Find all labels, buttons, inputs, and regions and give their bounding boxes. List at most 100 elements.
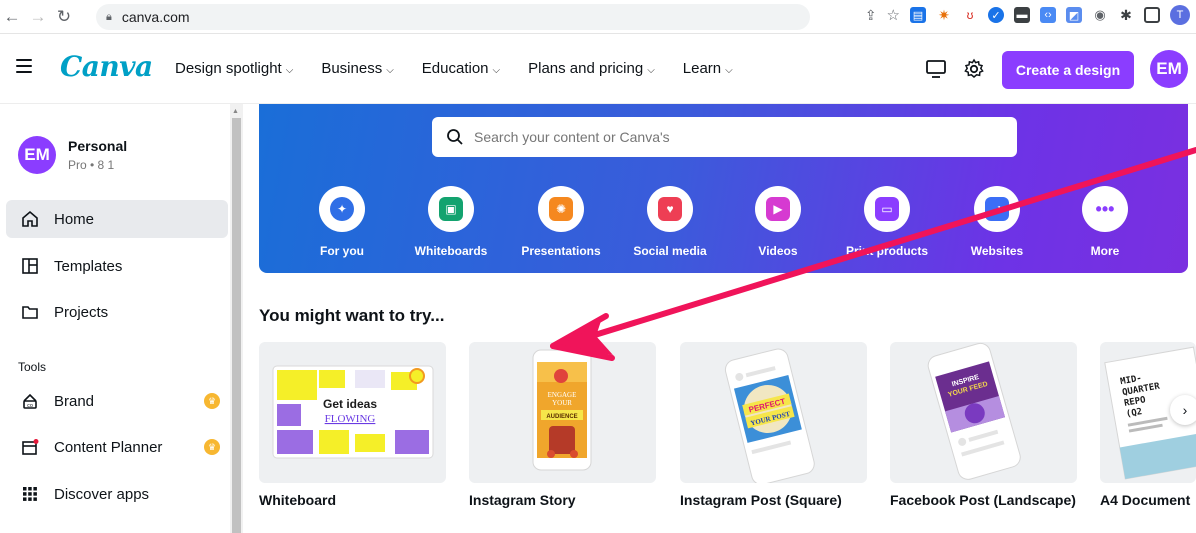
card-whiteboard[interactable]: Get ideas FLOWING [259,342,446,483]
user-avatar[interactable]: EM [1150,50,1188,88]
instagram-post-thumbnail: PERFECT YOUR POST [724,348,815,483]
sidebar-item-projects[interactable]: Projects [6,293,228,331]
camera-icon[interactable]: ◉ [1092,7,1108,23]
svg-text:FLOWING: FLOWING [325,413,376,425]
extension-icon[interactable]: ʊ [962,7,978,23]
create-design-button[interactable]: Create a design [1002,51,1134,89]
scrollbar-thumb[interactable] [232,118,241,533]
scroll-up-arrow-icon[interactable]: ▲ [232,108,239,115]
nav-plans-pricing[interactable]: Plans and pricing ⌵ [528,60,655,77]
chevron-down-icon: ⌵ [386,65,394,76]
crown-icon: ♛ [204,393,220,409]
account-avatar: EM [18,136,56,174]
category-print-products[interactable]: ▭ Print products [832,186,942,258]
settings-gear-icon[interactable] [963,58,985,80]
card-label-instagram-post[interactable]: Instagram Post (Square) [680,492,842,508]
share-icon[interactable]: ⇪ [865,7,877,24]
printer-icon: ▭ [875,197,899,221]
card-label-instagram-story[interactable]: Instagram Story [469,492,576,508]
bookmark-star-icon[interactable]: ☆ [887,6,900,24]
instagram-story-thumbnail: ENGAGE YOUR AUDIENCE [532,349,592,471]
extension-icon[interactable]: ▬ [1014,7,1030,23]
more-dots-icon: ••• [1095,198,1115,219]
apps-grid-icon [20,484,40,504]
card-label-a4-document[interactable]: A4 Document [1100,492,1190,508]
facebook-post-thumbnail: INSPIRE YOUR FEED [927,342,1021,480]
extension-icon[interactable]: ✓ [988,7,1004,23]
category-videos[interactable]: ▶ Videos [723,186,833,258]
svg-text:co: co [27,403,33,409]
search-icon [447,129,463,145]
home-icon [20,209,40,229]
app-header: Canva Design spotlight ⌵ Business ⌵ Educat… [0,34,1196,104]
presentation-icon: ✺ [549,197,573,221]
card-facebook-post[interactable]: INSPIRE YOUR FEED [890,342,1077,483]
whiteboard-thumbnail: Get ideas FLOWING [272,365,434,459]
menu-icon[interactable] [16,59,32,77]
section-title: You might want to try... [259,306,445,325]
category-presentations[interactable]: ✺ Presentations [506,186,616,258]
category-social-media[interactable]: ♥ Social media [615,186,725,258]
lock-icon: 🔒︎ [106,10,112,23]
canva-logo[interactable]: Canva [60,50,153,83]
video-camera-icon: ▶ [766,197,790,221]
forward-arrow-icon[interactable]: → [26,7,50,27]
search-placeholder: Search your content or Canva's [474,129,670,145]
extension-icon[interactable]: ▤ [910,7,926,23]
category-for-you[interactable]: ✦ For you [287,186,397,258]
puzzle-icon[interactable]: ✱ [1118,7,1134,23]
chevron-right-icon: › [1182,402,1188,418]
sidebar-item-content-planner[interactable]: Content Planner ♛ [6,428,228,466]
extensions-bar: ⇪ ☆ ▤ ✷ ʊ ✓ ▬ ‹› ◩ ◉ ✱ T [865,5,1190,25]
address-bar[interactable]: 🔒︎ canva.com [96,4,810,30]
whiteboard-icon: ▣ [439,197,463,221]
search-input[interactable]: Search your content or Canva's [432,117,1017,157]
nav-learn[interactable]: Learn ⌵ [683,60,733,77]
account-name: Personal [68,138,128,154]
category-websites[interactable]: ➹ Websites [942,186,1052,258]
account-plan: Pro • 8 1 [68,158,115,172]
account-switcher[interactable]: EM Personal Pro • 8 1 [18,136,127,174]
brand-icon: co [20,391,40,411]
nav-education[interactable]: Education ⌵ [422,60,500,77]
tools-section-label: Tools [18,360,47,374]
card-label-facebook-post[interactable]: Facebook Post (Landscape) [890,492,1076,508]
browser-toolbar: ← → ↻ 🔒︎ canva.com ⇪ ☆ ▤ ✷ ʊ ✓ ▬ ‹› ◩ ◉ … [0,0,1196,34]
heart-icon: ♥ [658,197,682,221]
cursor-icon: ➹ [985,197,1009,221]
reload-icon[interactable]: ↻ [52,7,76,27]
category-more[interactable]: ••• More [1050,186,1160,258]
sidebar: EM Personal Pro • 8 1 Home Templates Pro… [0,104,230,533]
card-instagram-post[interactable]: PERFECT YOUR POST [680,342,867,483]
nav-business[interactable]: Business ⌵ [321,60,393,77]
url-text: canva.com [121,9,190,25]
side-panel-icon[interactable] [1144,7,1160,23]
category-whiteboards[interactable]: ▣ Whiteboards [396,186,506,258]
crown-icon: ♛ [204,439,220,455]
svg-text:ENGAGE: ENGAGE [548,391,577,399]
extension-icon[interactable]: ◩ [1066,7,1082,23]
svg-text:YOUR: YOUR [552,399,572,407]
chevron-down-icon: ⌵ [647,65,655,76]
sidebar-item-home[interactable]: Home [6,200,228,238]
desktop-app-icon[interactable] [925,58,947,80]
card-label-whiteboard[interactable]: Whiteboard [259,492,336,508]
sidebar-scrollbar[interactable]: ▲ [230,104,243,533]
extension-icon[interactable]: ‹› [1040,7,1056,23]
card-instagram-story[interactable]: ENGAGE YOUR AUDIENCE [469,342,656,483]
top-nav: Design spotlight ⌵ Business ⌵ Education ⌵ P… [175,60,761,77]
calendar-icon [20,437,40,457]
sidebar-item-discover-apps[interactable]: Discover apps [6,475,228,513]
carousel-next-button[interactable]: › [1170,395,1196,425]
svg-text:AUDIENCE: AUDIENCE [546,414,577,420]
browser-profile-avatar[interactable]: T [1170,5,1190,25]
folder-icon [20,302,40,322]
nav-design-spotlight[interactable]: Design spotlight ⌵ [175,60,293,77]
hero-banner: Search your content or Canva's ✦ For you… [259,104,1188,273]
extension-icon[interactable]: ✷ [936,7,952,23]
sidebar-item-brand[interactable]: co Brand ♛ [6,382,228,420]
sidebar-item-templates[interactable]: Templates [6,247,228,285]
chevron-down-icon: ⌵ [285,65,294,76]
sparkle-icon: ✦ [330,197,354,221]
back-arrow-icon[interactable]: ← [0,7,24,27]
